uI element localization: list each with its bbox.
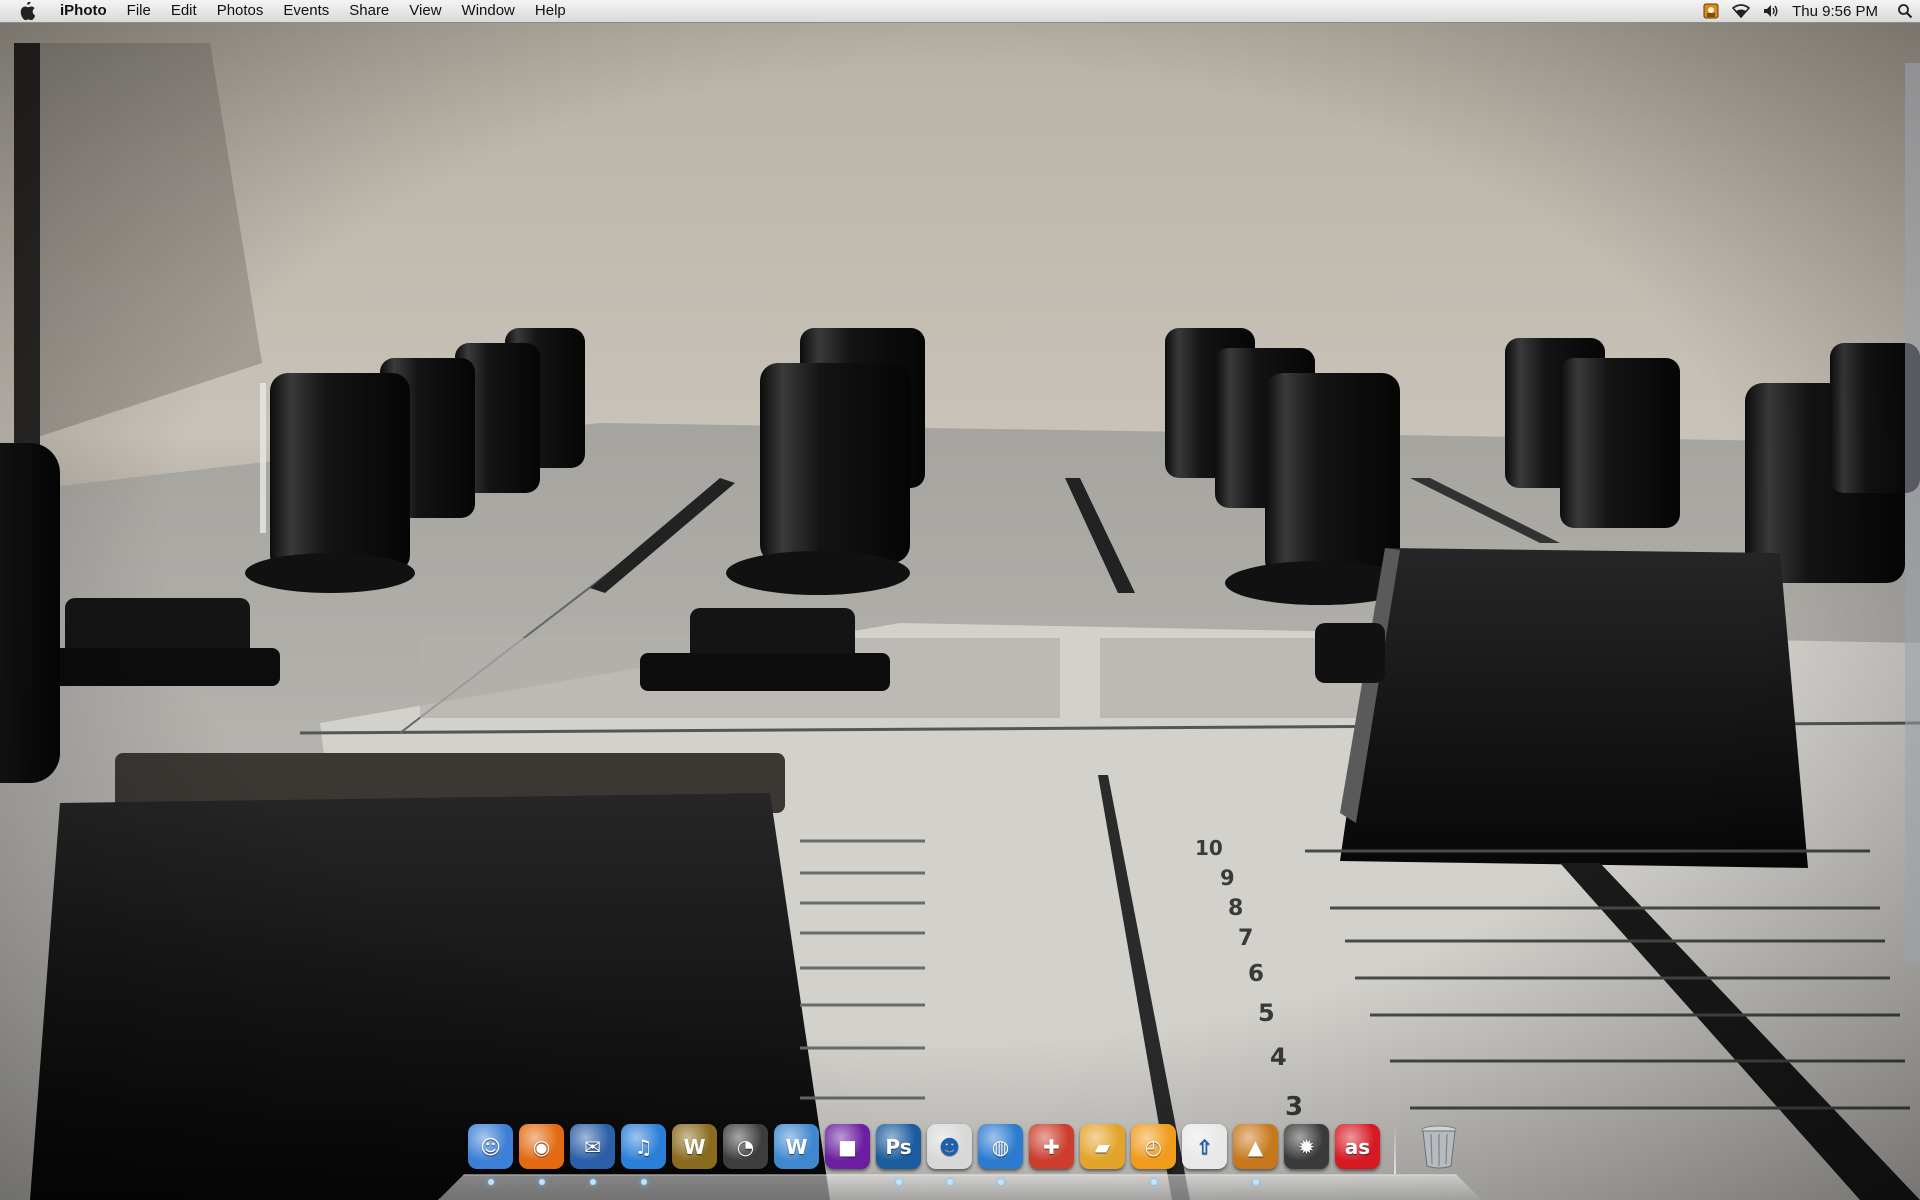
word-glyph: W bbox=[785, 1134, 808, 1159]
iphoto-icon[interactable]: ▲ bbox=[1233, 1124, 1278, 1185]
dock-separator bbox=[1394, 1124, 1396, 1174]
dock-icons: ☺ ◉ ✉ ♫ W ◔ W ■ Ps ☻ ◍ ✚ ▰ ◴ ⇧ ▲ ✹ as bbox=[468, 1124, 1461, 1185]
running-indicator bbox=[946, 1179, 953, 1185]
purple-app-glyph: ■ bbox=[838, 1134, 857, 1159]
menu-events[interactable]: Events bbox=[273, 0, 339, 22]
wifi-icon[interactable] bbox=[1730, 0, 1752, 22]
menu-photos[interactable]: Photos bbox=[207, 0, 274, 22]
photoshop-icon[interactable]: Ps bbox=[876, 1124, 921, 1185]
thunderbird-glyph: ✉ bbox=[584, 1134, 601, 1159]
burn-icon[interactable]: ✹ bbox=[1284, 1124, 1329, 1169]
menu-bar: iPhoto File Edit Photos Events Share Vie… bbox=[0, 0, 1920, 23]
photo-app-status-icon[interactable] bbox=[1700, 0, 1722, 22]
running-indicator bbox=[589, 1179, 596, 1185]
globe-icon[interactable]: ◍ bbox=[978, 1124, 1023, 1185]
wow-glyph: W bbox=[683, 1134, 706, 1159]
iphoto-glyph: ▲ bbox=[1247, 1134, 1264, 1159]
joystick-glyph: ✚ bbox=[1043, 1134, 1060, 1159]
menu-file[interactable]: File bbox=[117, 0, 161, 22]
wow-icon[interactable]: W bbox=[672, 1124, 717, 1169]
running-indicator bbox=[640, 1179, 647, 1185]
firefox-icon[interactable]: ◉ bbox=[519, 1124, 564, 1185]
running-indicator bbox=[487, 1179, 494, 1185]
orange-timer-glyph: ◴ bbox=[1144, 1134, 1163, 1159]
purple-app-icon[interactable]: ■ bbox=[825, 1124, 870, 1169]
firefox-glyph: ◉ bbox=[532, 1134, 551, 1159]
word-icon[interactable]: W bbox=[774, 1124, 819, 1169]
flickr-uploader-glyph: ⇧ bbox=[1196, 1134, 1213, 1159]
transmit-truck-glyph: ▰ bbox=[1094, 1134, 1111, 1159]
thunderbird-icon[interactable]: ✉ bbox=[570, 1124, 615, 1185]
chat-helmet-glyph: ☻ bbox=[939, 1134, 960, 1159]
photoshop-glyph: Ps bbox=[885, 1134, 912, 1159]
menu-clock[interactable]: Thu 9:56 PM bbox=[1786, 3, 1890, 20]
running-indicator bbox=[1150, 1179, 1157, 1185]
flickr-uploader-icon[interactable]: ⇧ bbox=[1182, 1124, 1227, 1169]
chat-helmet-icon[interactable]: ☻ bbox=[927, 1124, 972, 1185]
menu-view[interactable]: View bbox=[399, 0, 451, 22]
running-indicator bbox=[538, 1179, 545, 1185]
joystick-icon[interactable]: ✚ bbox=[1029, 1124, 1074, 1169]
running-indicator bbox=[1252, 1179, 1259, 1185]
finder-icon[interactable]: ☺ bbox=[468, 1124, 513, 1185]
spotlight-search-icon[interactable] bbox=[1890, 0, 1920, 22]
globe-glyph: ◍ bbox=[991, 1134, 1010, 1159]
mixer-photo-illustration: 10 9 8 7 6 5 4 3 bbox=[0, 23, 1920, 1200]
transmit-truck-icon[interactable]: ▰ bbox=[1080, 1124, 1125, 1169]
menu-extras: Thu 9:56 PM bbox=[1696, 0, 1920, 22]
menu-window[interactable]: Window bbox=[452, 0, 525, 22]
dock-shelf bbox=[438, 1174, 1482, 1200]
running-indicator bbox=[997, 1179, 1004, 1185]
dock: ☺ ◉ ✉ ♫ W ◔ W ■ Ps ☻ ◍ ✚ ▰ ◴ ⇧ ▲ ✹ as bbox=[438, 1122, 1482, 1200]
trash-icon[interactable] bbox=[1416, 1124, 1461, 1169]
adium-duck-glyph: ◔ bbox=[736, 1134, 755, 1159]
menu-edit[interactable]: Edit bbox=[161, 0, 207, 22]
itunes-glyph: ♫ bbox=[634, 1134, 653, 1159]
itunes-icon[interactable]: ♫ bbox=[621, 1124, 666, 1185]
finder-glyph: ☺ bbox=[480, 1134, 501, 1159]
lastfm-glyph: as bbox=[1344, 1134, 1371, 1159]
menu-app-iphoto[interactable]: iPhoto bbox=[50, 0, 117, 22]
adium-duck-icon[interactable]: ◔ bbox=[723, 1124, 768, 1169]
apple-logo-icon[interactable] bbox=[14, 0, 40, 22]
lastfm-icon[interactable]: as bbox=[1335, 1124, 1380, 1169]
orange-timer-icon[interactable]: ◴ bbox=[1131, 1124, 1176, 1185]
menu-help[interactable]: Help bbox=[525, 0, 576, 22]
desktop-photo: 10 9 8 7 6 5 4 3 bbox=[0, 23, 1920, 1200]
volume-icon[interactable] bbox=[1760, 0, 1782, 22]
burn-glyph: ✹ bbox=[1298, 1134, 1315, 1159]
running-indicator bbox=[895, 1179, 902, 1185]
menu-share[interactable]: Share bbox=[339, 0, 399, 22]
